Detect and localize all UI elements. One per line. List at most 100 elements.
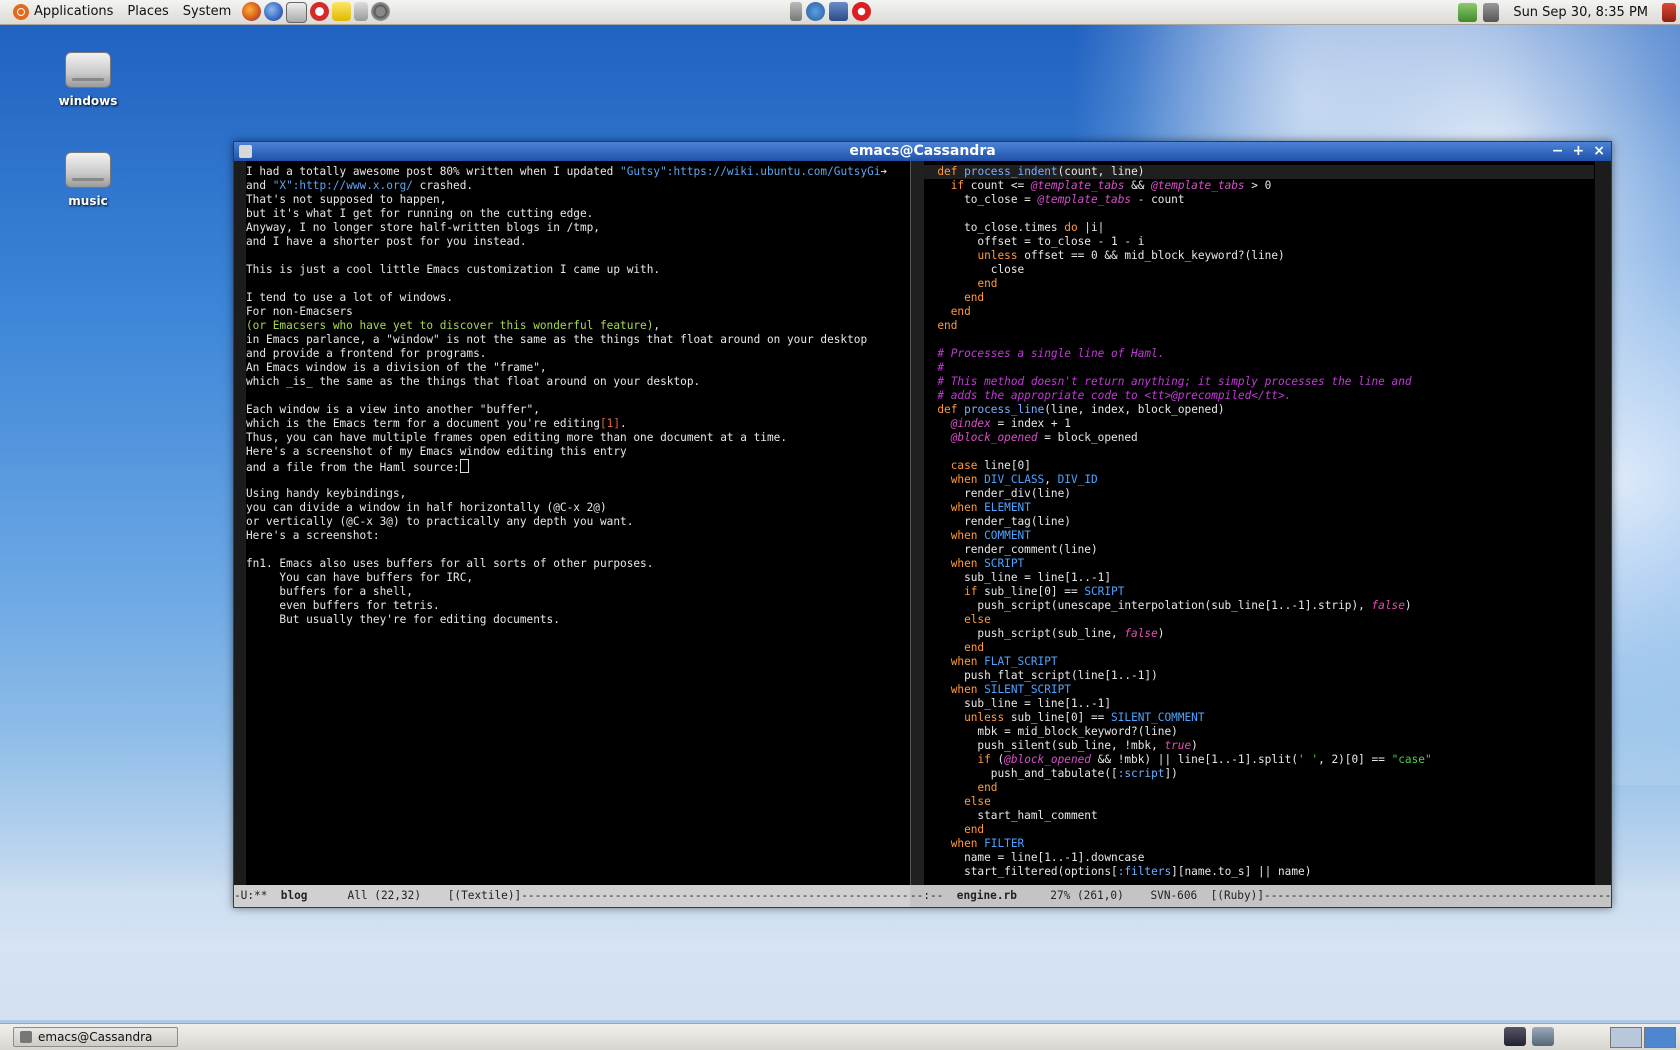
code-line: push_script(unescape_interpolation(sub_l… <box>924 599 1412 612</box>
desktop-icon-label: windows <box>58 94 118 108</box>
drive-icon <box>65 52 111 88</box>
buffer-line: For non-Emacsers <box>246 305 353 318</box>
ubuntu-logo-icon <box>13 4 29 20</box>
buffer-line: and "X":http://www.x.org/ crashed. <box>246 179 474 192</box>
minimize-button[interactable]: − <box>1552 142 1564 161</box>
code-line: when FLAT_SCRIPT <box>950 655 1058 668</box>
main-menu: Applications Places System <box>0 0 238 24</box>
network-tool-icon[interactable] <box>790 2 802 21</box>
places-menu[interactable]: Places <box>120 0 175 24</box>
logout-icon[interactable] <box>1662 2 1676 22</box>
desktop-icon-music[interactable]: music <box>43 152 133 208</box>
buffer-line: which is the Emacs term for a document y… <box>246 417 627 430</box>
code-line: name = line[1..-1].downcase <box>924 851 1145 864</box>
buffer-line: and a file from the Haml source: <box>246 459 910 474</box>
emacs-window: emacs@Cassandra − + × I had a totally aw… <box>233 141 1612 908</box>
drive-icon <box>65 152 111 188</box>
applications-menu[interactable]: Applications <box>6 0 120 24</box>
maximize-button[interactable]: + <box>1573 142 1585 161</box>
system-menu[interactable]: System <box>176 0 238 24</box>
code-line: end <box>977 277 998 290</box>
code-line: sub_line = line[1..-1] <box>924 571 1112 584</box>
buffer-line: Using handy keybindings, <box>246 487 407 500</box>
left-fringe <box>234 161 246 885</box>
pidgin-icon[interactable] <box>354 1 369 21</box>
buffer-line: An Emacs window is a division of the "fr… <box>246 361 547 374</box>
text-cursor <box>459 459 469 473</box>
workspace-switcher <box>1610 1027 1676 1048</box>
notification-area <box>790 2 871 21</box>
code-line: end <box>964 641 985 654</box>
code-line: render_comment(line) <box>924 543 1098 556</box>
buffer-line: which _is_ the same as the things that f… <box>246 375 701 388</box>
opera-icon[interactable] <box>310 1 330 21</box>
code-line: unless offset == 0 && mid_block_keyword?… <box>977 249 1285 262</box>
code-line: else <box>964 613 991 626</box>
volume-icon[interactable] <box>1483 2 1500 22</box>
code-line: @block_opened = block_opened <box>950 431 1138 444</box>
taskbar-button-emacs[interactable]: emacs@Cassandra <box>13 1027 178 1047</box>
modeline-position: All (22,32) [(Textile)] <box>307 889 522 902</box>
code-line: def process_indent(count, line) <box>924 165 1594 179</box>
buffer-line: in Emacs parlance, a "window" is not the… <box>246 333 868 346</box>
buffer-line: (or Emacsers who have yet to discover th… <box>246 319 661 332</box>
workspace-1[interactable] <box>1610 1027 1642 1048</box>
network-icon[interactable] <box>829 2 848 21</box>
modeline-position: 27% (261,0) SVN-606 [(Ruby)] <box>1016 889 1265 902</box>
window-divider[interactable] <box>910 161 925 885</box>
code-line: when ELEMENT <box>950 501 1031 514</box>
code-line: when SCRIPT <box>950 557 1025 570</box>
buffer-line: and provide a frontend for programs. <box>246 347 487 360</box>
window-menu-icon[interactable] <box>239 145 252 158</box>
thunderbird-icon[interactable] <box>264 1 284 21</box>
buffer-line: I had a totally awesome post 80% written… <box>246 165 888 178</box>
buffer-line: This is just a cool little Emacs customi… <box>246 263 661 276</box>
left-modeline[interactable]: -U:** blog All (22,32) [(Textile)]------… <box>234 885 910 907</box>
buffer-line: you can divide a window in half horizont… <box>246 501 607 514</box>
code-line: if count <= @template_tabs && @template_… <box>950 179 1272 192</box>
status-area: Sun Sep 30, 8:35 PM <box>1458 0 1680 24</box>
code-line: def process_line(line, index, block_open… <box>937 403 1225 416</box>
settings-icon[interactable] <box>371 1 391 21</box>
modeline-fill: ----------------------------------------… <box>521 889 910 902</box>
right-modeline[interactable]: --:-- engine.rb 27% (261,0) SVN-606 [(Ru… <box>910 885 1611 907</box>
window-titlebar[interactable]: emacs@Cassandra − + × <box>234 142 1611 161</box>
places-label: Places <box>127 4 169 19</box>
modeline-buffer-name: blog <box>280 889 308 902</box>
code-line: if sub_line[0] == SCRIPT <box>964 585 1125 598</box>
code-line: # <box>924 361 945 374</box>
trash-icon[interactable] <box>1532 1027 1554 1046</box>
desktop-icon-windows[interactable]: windows <box>43 52 133 108</box>
buffer-line: Anyway, I no longer store half-written b… <box>246 221 600 234</box>
firefox-icon[interactable] <box>242 1 262 21</box>
emacs-frame: I had a totally awesome post 80% written… <box>234 161 1611 907</box>
globe-icon[interactable] <box>806 2 825 21</box>
code-line: render_tag(line) <box>924 515 1071 528</box>
code-line: push_and_tabulate([:script]) <box>924 767 1178 780</box>
close-button[interactable]: × <box>1593 142 1605 161</box>
code-line: when FILTER <box>950 837 1025 850</box>
code-line: offset = to_close - 1 - i <box>924 235 1145 248</box>
no-entry-icon[interactable] <box>852 2 871 21</box>
code-line: sub_line = line[1..-1] <box>924 697 1112 710</box>
buffer-line: You can have buffers for IRC, <box>246 571 474 584</box>
code-line: when SILENT_SCRIPT <box>950 683 1071 696</box>
notes-icon[interactable] <box>332 1 352 21</box>
blog-buffer[interactable]: I had a totally awesome post 80% written… <box>246 161 910 885</box>
buffer-line: and I have a shorter post for you instea… <box>246 235 527 248</box>
clock[interactable]: Sun Sep 30, 8:35 PM <box>1505 5 1656 20</box>
buffer-line: buffers for a shell, <box>246 585 413 598</box>
show-desktop-icon[interactable] <box>1504 1027 1526 1046</box>
code-line: end <box>964 291 985 304</box>
desktop-icon-label: music <box>68 194 108 208</box>
code-line: case line[0] <box>950 459 1031 472</box>
engine-rb-buffer[interactable]: def process_indent(count, line) if count… <box>924 161 1594 885</box>
modeline-status: -U:** <box>234 889 281 902</box>
code-line: to_close.times do |i| <box>924 221 1105 234</box>
workspace-2[interactable] <box>1644 1027 1676 1048</box>
calculator-icon[interactable] <box>286 1 308 23</box>
update-icon[interactable] <box>1458 2 1478 22</box>
buffer-line <box>246 249 910 263</box>
buffer-line: but it's what I get for running on the c… <box>246 207 594 220</box>
